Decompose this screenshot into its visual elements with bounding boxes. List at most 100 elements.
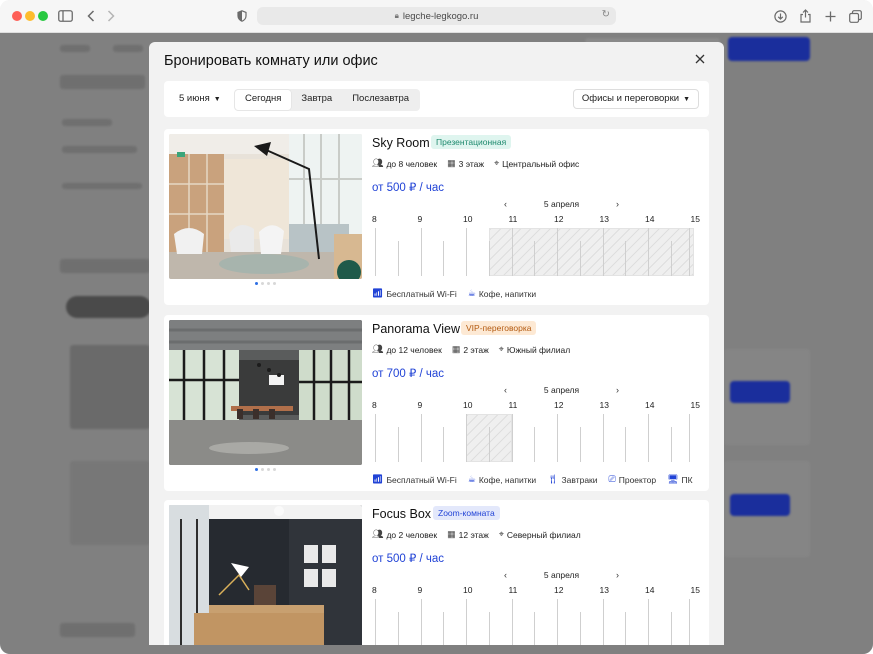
time-slot-tick[interactable]: [375, 599, 376, 645]
day-label: 5 апреля: [543, 385, 580, 395]
room-card[interactable]: Sky Room Презентационная 👥︎ до 8 человек …: [164, 129, 709, 305]
room-name[interactable]: Panorama View: [372, 322, 460, 336]
time-slot-tick[interactable]: [466, 599, 467, 645]
download-icon[interactable]: [774, 7, 787, 25]
time-slot-tick[interactable]: [557, 599, 558, 645]
chevron-left-icon[interactable]: ‹: [504, 199, 507, 209]
space-type-select[interactable]: Офисы и переговорки ▼: [572, 89, 699, 109]
amenity-item: ☕︎ Кофе, напитки: [468, 474, 536, 485]
time-slot-tick[interactable]: [443, 427, 445, 462]
time-slot-tick[interactable]: [670, 612, 672, 645]
zoom-window-button[interactable]: [38, 11, 48, 21]
close-window-button[interactable]: [12, 11, 22, 21]
time-slot-tick[interactable]: [443, 612, 445, 645]
forward-icon[interactable]: [107, 7, 115, 25]
time-slot-tick[interactable]: [488, 241, 490, 276]
browser-toolbar: 🔒︎ legche-legkogo.ru ↻: [0, 0, 873, 33]
wifi-icon: 📶︎: [372, 474, 384, 484]
tab-overview-icon[interactable]: [849, 7, 862, 25]
hour-label: 12: [554, 585, 564, 595]
reload-icon[interactable]: ↻: [602, 9, 610, 20]
hour-label: 14: [645, 585, 655, 595]
time-slot-tick[interactable]: [466, 414, 467, 462]
time-slot-tick[interactable]: [397, 612, 399, 645]
room-photo[interactable]: [169, 134, 362, 279]
chevron-right-icon[interactable]: ›: [616, 199, 619, 209]
time-slot-tick[interactable]: [602, 228, 604, 276]
time-slot-tick[interactable]: [602, 599, 604, 645]
time-slot-tick[interactable]: [488, 612, 490, 645]
time-slot-tick[interactable]: [688, 414, 690, 462]
amenity-label: ПК: [681, 474, 693, 485]
minimize-window-button[interactable]: [25, 11, 35, 21]
time-slot-tick[interactable]: [534, 427, 536, 462]
time-slot-tick[interactable]: [625, 427, 627, 462]
room-name[interactable]: Sky Room: [372, 136, 430, 150]
room-photo[interactable]: [169, 505, 362, 645]
time-slot-tick[interactable]: [670, 427, 672, 462]
close-icon[interactable]: [692, 52, 708, 68]
time-slot-tick[interactable]: [511, 414, 513, 462]
photo-pagination[interactable]: [255, 282, 276, 285]
time-slot-tick[interactable]: [688, 599, 690, 645]
tab-day-after-tomorrow[interactable]: Послезавтра: [342, 90, 419, 110]
time-slot-tick[interactable]: [688, 228, 690, 276]
room-type-badge: Презентационная: [431, 135, 512, 149]
time-slot-tick[interactable]: [397, 241, 399, 276]
availability-timeline[interactable]: 8 9 10 11 12 13 14 15: [372, 585, 702, 645]
chevron-down-icon: ▼: [683, 96, 690, 103]
chevron-left-icon[interactable]: ‹: [504, 570, 507, 580]
time-slot-tick[interactable]: [648, 228, 649, 276]
time-slot-tick[interactable]: [534, 241, 536, 276]
time-slot-tick[interactable]: [579, 241, 581, 276]
time-slot-tick[interactable]: [534, 612, 536, 645]
share-icon[interactable]: [800, 7, 811, 25]
new-tab-icon[interactable]: [825, 7, 836, 25]
chevron-right-icon[interactable]: ›: [616, 385, 619, 395]
time-slot-tick[interactable]: [488, 427, 490, 462]
room-photo[interactable]: [169, 320, 362, 465]
availability-timeline[interactable]: 8 9 10 11 12 13 14 15: [372, 400, 702, 462]
room-price: от 700 ₽ / час: [372, 368, 445, 380]
hour-label: 10: [463, 400, 473, 410]
time-slot-tick[interactable]: [511, 228, 513, 276]
chevron-left-icon[interactable]: ‹: [504, 385, 507, 395]
time-slot-tick[interactable]: [557, 228, 558, 276]
tab-tomorrow[interactable]: Завтра: [291, 90, 342, 110]
time-slot-tick[interactable]: [420, 414, 422, 462]
time-slot-tick[interactable]: [648, 599, 649, 645]
time-slot-tick[interactable]: [625, 241, 627, 276]
day-navigator: ‹ 5 апреля ›: [504, 385, 619, 395]
time-slot-tick[interactable]: [443, 241, 445, 276]
room-card[interactable]: Panorama View VIP-переговорка 👥︎ до 12 че…: [164, 315, 709, 491]
time-slot-tick[interactable]: [397, 427, 399, 462]
chevron-right-icon[interactable]: ›: [616, 570, 619, 580]
room-name[interactable]: Focus Box: [372, 507, 431, 521]
availability-timeline[interactable]: 8 9 10 11 12 13 14 15: [372, 214, 702, 276]
location-pin-icon: ⌖: [498, 344, 504, 354]
room-card[interactable]: Focus Box Zoom-комната 👥︎ до 2 человек ▦ 1…: [164, 500, 709, 645]
time-slot-tick[interactable]: [511, 599, 513, 645]
sidebar-toggle-icon[interactable]: [58, 7, 73, 25]
time-slot-tick[interactable]: [579, 427, 581, 462]
amenity-label: Кофе, напитки: [478, 474, 537, 485]
shield-icon[interactable]: [237, 7, 247, 25]
amenity-item: 🖥︎ ПК: [667, 474, 693, 485]
time-slot-tick[interactable]: [557, 414, 558, 462]
time-slot-tick[interactable]: [420, 228, 422, 276]
back-icon[interactable]: [87, 7, 95, 25]
time-slot-tick[interactable]: [420, 599, 422, 645]
time-slot-tick[interactable]: [375, 228, 376, 276]
room-capacity: до 8 человек: [386, 158, 438, 169]
tab-today[interactable]: Сегодня: [235, 90, 292, 110]
date-select[interactable]: 5 июня ▼: [179, 93, 221, 104]
time-slot-tick[interactable]: [625, 612, 627, 645]
time-slot-tick[interactable]: [579, 612, 581, 645]
time-slot-tick[interactable]: [648, 414, 649, 462]
photo-pagination[interactable]: [255, 468, 276, 471]
address-bar[interactable]: 🔒︎ legche-legkogo.ru ↻: [257, 7, 616, 25]
time-slot-tick[interactable]: [375, 414, 376, 462]
time-slot-tick[interactable]: [602, 414, 604, 462]
time-slot-tick[interactable]: [670, 241, 672, 276]
time-slot-tick[interactable]: [466, 228, 467, 276]
